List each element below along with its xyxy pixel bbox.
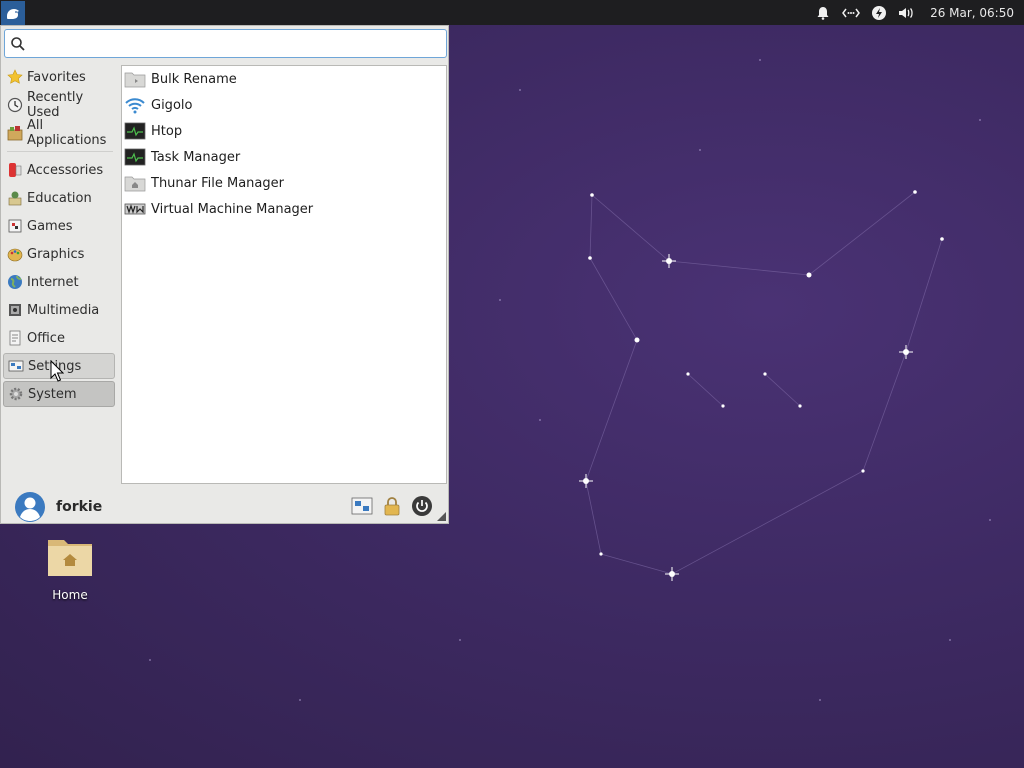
- category-office[interactable]: Office: [3, 325, 115, 351]
- whisker-menu: Favorites Recently Used All Applications…: [0, 25, 449, 524]
- log-out-button[interactable]: [410, 495, 434, 517]
- app-label: Task Manager: [151, 149, 241, 165]
- category-label: Graphics: [27, 246, 85, 262]
- app-thunar-file-manager[interactable]: Thunar File Manager: [122, 170, 446, 196]
- avatar[interactable]: [14, 491, 46, 523]
- folder-icon: [124, 173, 146, 193]
- app-virtual-machine-manager[interactable]: Virtual Machine Manager: [122, 196, 446, 222]
- lock-screen-button[interactable]: [380, 495, 404, 517]
- category-label: Recently Used: [27, 90, 84, 120]
- monitor-icon: [124, 147, 146, 167]
- lock-icon: [384, 497, 400, 516]
- games-icon: [7, 218, 23, 234]
- monitor-icon: [124, 121, 146, 141]
- search-icon: [11, 37, 25, 51]
- category-label: Accessories: [27, 162, 104, 178]
- home-folder-icon: [48, 540, 92, 576]
- volume-icon[interactable]: [898, 4, 916, 22]
- app-task-manager[interactable]: Task Manager: [122, 144, 446, 170]
- category-label: Internet: [27, 274, 79, 290]
- folder-icon: [124, 69, 146, 89]
- app-label: Virtual Machine Manager: [151, 201, 314, 217]
- star-icon: [7, 69, 23, 85]
- mouse-cursor-icon: [50, 360, 64, 382]
- xfce-mouse-icon: [7, 8, 19, 19]
- category-label: Education: [27, 190, 92, 206]
- category-label: Office: [27, 330, 65, 346]
- app-gigolo[interactable]: Gigolo: [122, 92, 446, 118]
- accessories-icon: [7, 162, 23, 178]
- office-icon: [7, 330, 23, 346]
- category-label: System: [28, 386, 77, 402]
- username: forkie: [56, 499, 103, 515]
- settings-manager-icon: [351, 497, 373, 515]
- app-label: Htop: [151, 123, 183, 139]
- application-list: Bulk Rename Gigolo Htop Task Manager Thu…: [121, 65, 447, 484]
- app-htop[interactable]: Htop: [122, 118, 446, 144]
- system-gear-icon: [8, 386, 24, 402]
- session-actions: [350, 495, 434, 517]
- desktop-icon-home[interactable]: Home: [40, 536, 100, 602]
- globe-icon: [7, 274, 23, 290]
- resize-grip[interactable]: [437, 512, 446, 521]
- app-label: Thunar File Manager: [151, 175, 284, 191]
- category-accessories[interactable]: Accessories: [3, 157, 115, 183]
- category-separator: [7, 151, 113, 152]
- panel-clock[interactable]: 26 Mar, 06:50: [930, 6, 1014, 20]
- multimedia-icon: [7, 302, 23, 318]
- category-graphics[interactable]: Graphics: [3, 241, 115, 267]
- user-info: forkie: [14, 491, 102, 523]
- category-multimedia[interactable]: Multimedia: [3, 297, 115, 323]
- category-recently-used[interactable]: Recently Used: [3, 90, 115, 120]
- search-box[interactable]: [4, 29, 447, 58]
- category-system[interactable]: System: [3, 381, 115, 407]
- category-label: Favorites: [27, 69, 86, 85]
- clock-icon: [7, 97, 23, 113]
- settings-icon: [8, 358, 24, 374]
- category-internet[interactable]: Internet: [3, 269, 115, 295]
- category-games[interactable]: Games: [3, 213, 115, 239]
- power-icon: [412, 496, 432, 516]
- power-manager-icon[interactable]: [870, 4, 888, 22]
- search-input[interactable]: [31, 33, 443, 55]
- category-label: All Applications: [27, 118, 107, 148]
- category-label: Games: [27, 218, 73, 234]
- settings-manager-button[interactable]: [350, 495, 374, 517]
- notification-bell-icon[interactable]: [814, 4, 832, 22]
- category-label: Multimedia: [27, 302, 100, 318]
- system-tray: 26 Mar, 06:50: [814, 4, 1024, 22]
- app-label: Bulk Rename: [151, 71, 237, 87]
- desktop-icon-label: Home: [52, 588, 88, 602]
- app-label: Gigolo: [151, 97, 193, 113]
- vmm-icon: [124, 199, 146, 219]
- app-bulk-rename[interactable]: Bulk Rename: [122, 66, 446, 92]
- applications-icon: [7, 125, 23, 141]
- category-all-applications[interactable]: All Applications: [3, 118, 115, 148]
- education-icon: [7, 190, 23, 206]
- top-panel: 26 Mar, 06:50: [0, 0, 1024, 25]
- category-education[interactable]: Education: [3, 185, 115, 211]
- applications-menu-button[interactable]: [1, 0, 25, 25]
- network-icon[interactable]: [842, 4, 860, 22]
- wifi-icon: [124, 95, 146, 115]
- category-favorites[interactable]: Favorites: [3, 64, 115, 90]
- graphics-icon: [7, 246, 23, 262]
